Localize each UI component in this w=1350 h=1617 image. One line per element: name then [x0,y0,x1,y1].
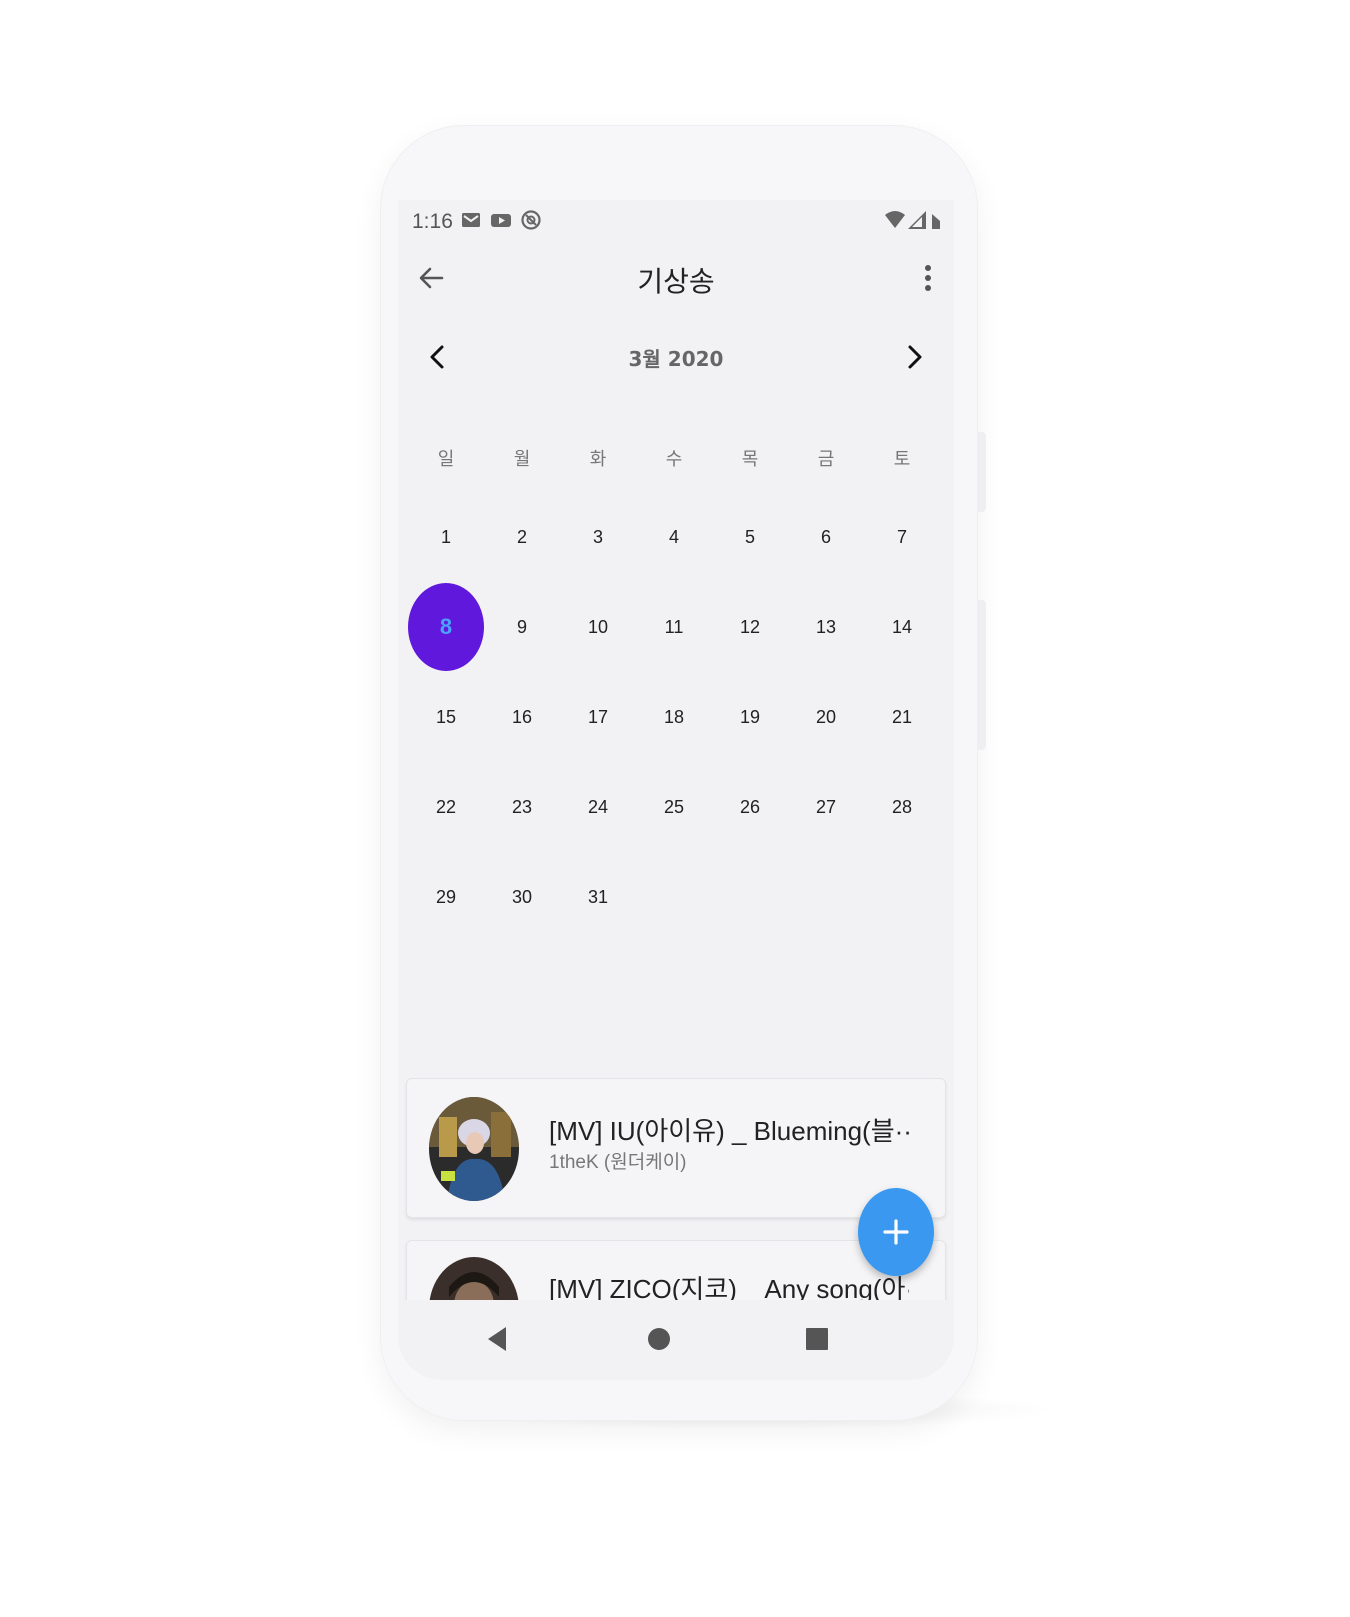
status-time: 1:16 [412,210,453,233]
battery-icon [932,214,940,229]
calendar-day[interactable]: 3 [560,492,636,582]
calendar-day[interactable]: 11 [636,582,712,672]
weekday-label: 일 [437,449,455,470]
power-button [978,600,986,750]
calendar-day[interactable]: 19 [712,672,788,762]
list-item[interactable]: [MV] IU(아이유) _ Blueming(블·· 1theK (원더케이) [406,1078,946,1218]
month-header: 3월 2020 [398,335,954,379]
selected-day-label: 8 [408,583,484,671]
volume-button [978,432,986,512]
video-channel: 1theK (원더케이) [549,1152,687,1173]
calendar-day-selected[interactable]: 8 [408,582,484,672]
back-triangle-icon[interactable] [482,1322,516,1356]
status-bar: 1:16 [398,200,954,242]
video-thumbnail [429,1097,519,1201]
app-bar: 기상송 [398,242,954,312]
calendar-day[interactable]: 20 [788,672,864,762]
calendar-day[interactable]: 14 [864,582,940,672]
calendar-week-row: 29 30 31 [408,852,940,942]
more-vert-icon[interactable] [918,258,938,298]
recents-square-icon[interactable] [800,1322,834,1356]
chevron-right-icon[interactable] [896,339,932,375]
add-fab-button[interactable] [858,1188,934,1276]
calendar-day[interactable]: 7 [864,492,940,582]
calendar-day[interactable]: 16 [484,672,560,762]
calendar-day[interactable]: 9 [484,582,560,672]
page-title: 기상송 [637,265,715,298]
calendar-day[interactable]: 2 [484,492,560,582]
gmail-icon [462,213,480,227]
youtube-icon [491,214,511,227]
wifi-icon [885,211,905,228]
calendar-day[interactable]: 24 [560,762,636,852]
calendar-day[interactable]: 5 [712,492,788,582]
signal-icon [908,211,926,229]
calendar-day[interactable]: 18 [636,672,712,762]
weekday-label: 월 [513,449,531,470]
calendar-day[interactable]: 1 [408,492,484,582]
calendar-week-row: 1 2 3 4 5 6 7 [408,492,940,582]
calendar-day [636,852,712,942]
calendar-day[interactable]: 27 [788,762,864,852]
video-title: [MV] IU(아이유) _ Blueming(블·· [549,1116,909,1146]
calendar-day[interactable]: 23 [484,762,560,852]
calendar-day[interactable]: 28 [864,762,940,852]
home-circle-icon[interactable] [642,1322,676,1356]
calendar-day[interactable]: 10 [560,582,636,672]
weekday-label: 수 [665,449,683,470]
calendar-day[interactable]: 29 [408,852,484,942]
calendar-day [864,852,940,942]
calendar-day[interactable]: 26 [712,762,788,852]
system-nav-bar [398,1300,954,1380]
month-label: 3월 2020 [628,347,724,371]
at-sign-icon [521,210,541,230]
calendar-week-row: 22 23 24 25 26 27 28 [408,762,940,852]
phone-screen: 1:16 기상송 3월 2020 일 월 화 수 목 금 토 1 2 3 4 5… [398,200,954,1380]
plus-icon [883,1219,909,1245]
weekday-header-row: 일 월 화 수 목 금 토 [408,445,940,475]
calendar-day[interactable]: 12 [712,582,788,672]
calendar-day[interactable]: 21 [864,672,940,762]
calendar-day[interactable]: 17 [560,672,636,762]
calendar-day[interactable]: 4 [636,492,712,582]
calendar-day[interactable]: 25 [636,762,712,852]
calendar-day [712,852,788,942]
calendar-day[interactable]: 6 [788,492,864,582]
calendar-day[interactable]: 30 [484,852,560,942]
calendar-day[interactable]: 13 [788,582,864,672]
calendar-week-row: 15 16 17 18 19 20 21 [408,672,940,762]
weekday-label: 금 [817,449,835,470]
calendar-day[interactable]: 31 [560,852,636,942]
calendar-week-row: 8 9 10 11 12 13 14 [408,582,940,672]
weekday-label: 화 [589,449,607,470]
calendar-day[interactable]: 22 [408,762,484,852]
calendar-day [788,852,864,942]
calendar-day[interactable]: 15 [408,672,484,762]
weekday-label: 목 [741,449,759,470]
weekday-label: 토 [893,449,911,470]
